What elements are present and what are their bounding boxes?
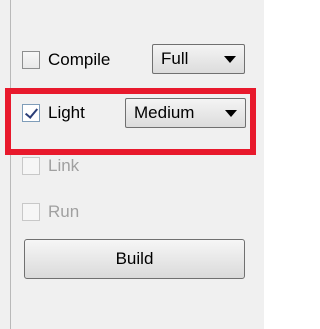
link-checkbox[interactable] — [22, 157, 40, 175]
panel-divider — [10, 0, 11, 329]
run-checkbox[interactable] — [22, 203, 40, 221]
link-option-row: Link — [22, 156, 79, 176]
run-label: Run — [48, 202, 80, 221]
chevron-down-icon — [224, 55, 236, 63]
build-button[interactable]: Build — [24, 239, 245, 279]
compile-label: Compile — [48, 50, 111, 69]
compile-mode-value: Full — [161, 49, 189, 68]
highlight-box — [5, 88, 256, 155]
link-label: Link — [48, 156, 80, 175]
compile-option-row: Compile — [22, 50, 110, 70]
build-options-panel: Compile Full Light Medium Link Run Build — [0, 0, 264, 329]
run-option-row: Run — [22, 202, 79, 222]
compile-checkbox[interactable] — [22, 51, 40, 69]
compile-mode-dropdown[interactable]: Full — [152, 44, 245, 74]
